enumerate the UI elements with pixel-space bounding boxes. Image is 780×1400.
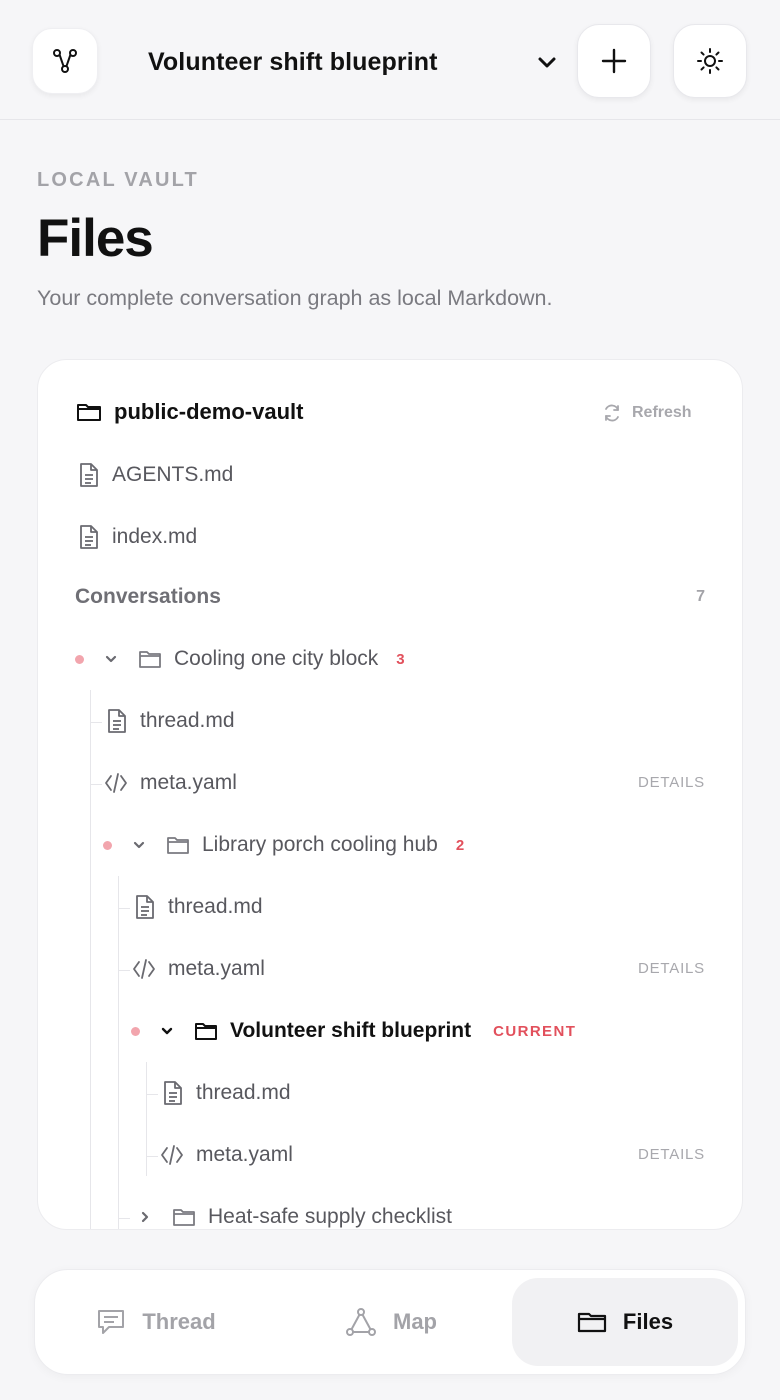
- tree-guide-line: [90, 690, 91, 1229]
- details-link[interactable]: DETAILS: [638, 774, 705, 791]
- chevron-down-icon: [538, 57, 556, 68]
- conversation-title: Library porch cooling hub: [202, 833, 438, 856]
- folder-icon: [577, 1312, 607, 1333]
- nav-tab-label: Thread: [142, 1309, 216, 1334]
- file-name: thread.md: [168, 895, 263, 918]
- folder-icon: [77, 404, 101, 421]
- file-row-thread[interactable]: thread.md: [106, 701, 235, 741]
- page-eyebrow: LOCAL VAULT: [37, 169, 199, 191]
- tree-branch: [90, 722, 102, 723]
- page-title: Files: [37, 209, 154, 268]
- conversations-heading: Conversations: [75, 585, 221, 608]
- refresh-label: Refresh: [632, 404, 692, 421]
- conversation-title: Heat-safe supply checklist: [208, 1205, 452, 1228]
- file-name: thread.md: [140, 709, 235, 732]
- file-row-meta[interactable]: meta.yaml: [132, 949, 265, 989]
- chevron-down-icon[interactable]: [104, 652, 118, 666]
- folder-icon: [139, 651, 161, 668]
- conversation-folder-porch[interactable]: Library porch cooling hub 2: [166, 825, 464, 865]
- conversation-folder-supply[interactable]: Heat-safe supply checklist: [172, 1197, 452, 1229]
- conversation-title: Cooling one city block: [174, 647, 379, 670]
- unread-dot: [103, 841, 112, 850]
- chat-bubble-icon: [98, 1310, 125, 1334]
- refresh-button[interactable]: Refresh: [602, 398, 692, 428]
- folder-icon: [167, 837, 189, 854]
- document-icon: [164, 1081, 182, 1105]
- file-name: meta.yaml: [196, 1143, 293, 1166]
- document-icon: [80, 463, 98, 487]
- tree-guide-line: [146, 1062, 147, 1176]
- code-file-icon: [105, 773, 127, 793]
- graph-nodes-icon: [53, 49, 77, 73]
- vault-name: public-demo-vault: [114, 399, 304, 424]
- refresh-icon: [605, 404, 619, 422]
- chevron-right-icon[interactable]: [138, 1210, 152, 1224]
- document-title: Volunteer shift blueprint: [148, 47, 438, 76]
- file-row-meta[interactable]: meta.yaml: [160, 1135, 293, 1175]
- file-name: thread.md: [196, 1081, 291, 1104]
- theme-toggle-button[interactable]: [673, 24, 747, 98]
- app-logo-button[interactable]: [32, 28, 98, 94]
- conversations-count: 7: [696, 588, 705, 605]
- nav-tab-map[interactable]: Map: [278, 1278, 504, 1366]
- vault-root[interactable]: public-demo-vault: [76, 392, 303, 432]
- tree-branch: [118, 970, 130, 971]
- nav-tab-label: Map: [393, 1309, 437, 1334]
- current-badge: CURRENT: [493, 1022, 577, 1040]
- details-link[interactable]: DETAILS: [638, 1146, 705, 1163]
- file-row-meta[interactable]: meta.yaml: [104, 763, 237, 803]
- file-name: meta.yaml: [168, 957, 265, 980]
- unread-dot: [75, 655, 84, 664]
- branch-count-badge: 3: [396, 650, 405, 668]
- chevron-down-icon[interactable]: [132, 838, 146, 852]
- details-link[interactable]: DETAILS: [638, 960, 705, 977]
- document-icon: [136, 895, 154, 919]
- plus-icon: [601, 48, 627, 74]
- tree-branch: [146, 1156, 158, 1157]
- file-row-thread[interactable]: thread.md: [134, 887, 263, 927]
- unread-dot: [131, 1027, 140, 1036]
- file-tree-card: public-demo-vault Refresh AGENTS.md inde…: [37, 359, 743, 1230]
- tree-branch: [146, 1094, 158, 1095]
- sun-icon: [697, 48, 723, 74]
- top-bar: Volunteer shift blueprint: [0, 0, 780, 120]
- file-row-thread[interactable]: thread.md: [162, 1073, 291, 1113]
- document-icon: [80, 525, 98, 549]
- file-row-agents[interactable]: AGENTS.md: [78, 455, 233, 495]
- conversation-folder-current[interactable]: Volunteer shift blueprint CURRENT: [194, 1011, 576, 1051]
- page-subtitle: Your complete conversation graph as loca…: [37, 286, 553, 310]
- tree-guide-line: [118, 876, 119, 1229]
- code-file-icon: [133, 959, 155, 979]
- tree-branch: [90, 784, 102, 785]
- file-row-index[interactable]: index.md: [78, 517, 197, 557]
- file-name: index.md: [112, 525, 198, 548]
- folder-icon: [195, 1023, 217, 1040]
- tree-branch: [118, 1218, 130, 1219]
- nav-tab-label: Files: [622, 1309, 674, 1334]
- document-icon: [108, 709, 126, 733]
- document-switcher[interactable]: Volunteer shift blueprint: [148, 40, 558, 84]
- triangle-graph-icon: [346, 1308, 376, 1336]
- folder-icon: [173, 1209, 195, 1226]
- nav-tab-thread[interactable]: Thread: [43, 1278, 269, 1366]
- branch-count-badge: 2: [455, 836, 465, 854]
- code-file-icon: [161, 1145, 183, 1165]
- new-conversation-button[interactable]: [577, 24, 651, 98]
- tree-branch: [118, 908, 130, 909]
- bottom-navigation: Thread Map Files: [34, 1269, 746, 1375]
- file-name: AGENTS.md: [112, 463, 234, 486]
- file-name: meta.yaml: [140, 771, 237, 794]
- conversation-folder-cooling[interactable]: Cooling one city block 3: [138, 639, 405, 679]
- nav-tab-files[interactable]: Files: [512, 1278, 738, 1366]
- conversation-title: Volunteer shift blueprint: [230, 1019, 472, 1042]
- chevron-down-icon[interactable]: [160, 1024, 174, 1038]
